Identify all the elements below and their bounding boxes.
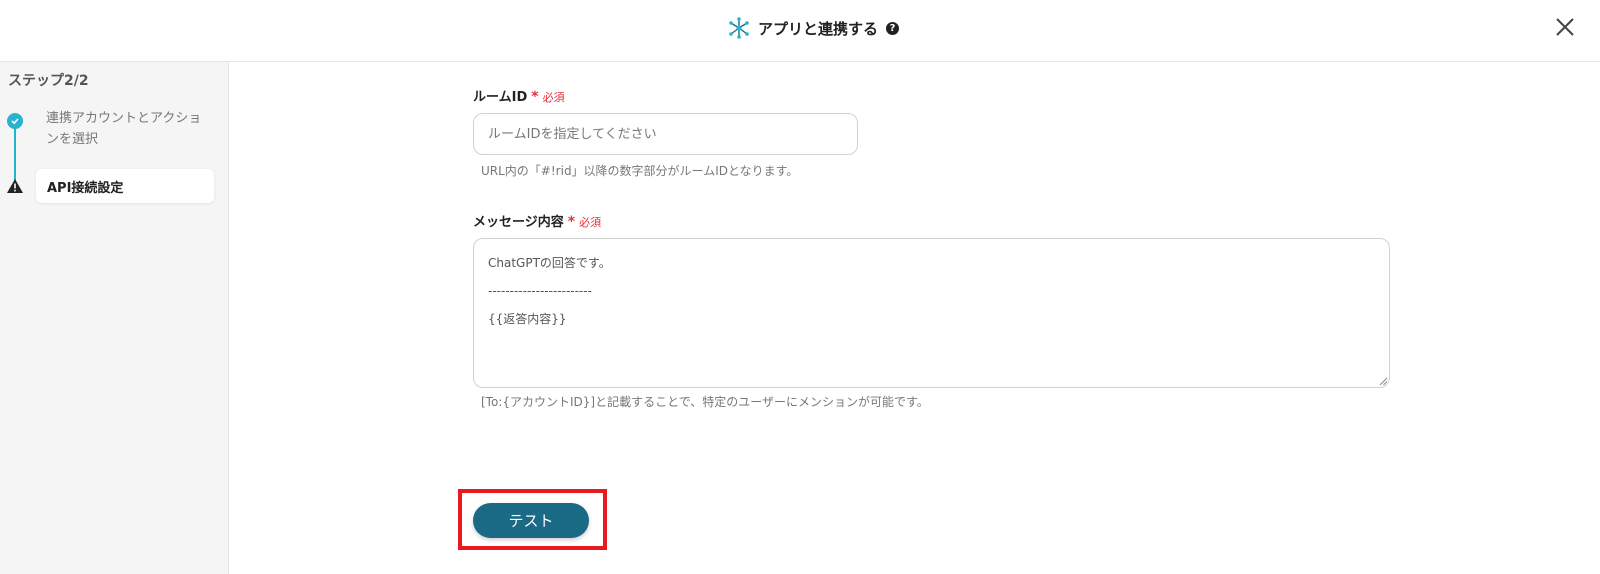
required-star: * (531, 89, 539, 105)
modal-header: アプリと連携する ? (0, 0, 1600, 62)
message-line: {{返答内容}} (488, 312, 567, 326)
message-line: ------------------------ (488, 284, 592, 298)
required-star: * (567, 214, 576, 230)
step-done-check-icon (7, 113, 23, 129)
room-id-help: URL内の「#!rid」以降の数字部分がルームIDとなります。 (481, 164, 799, 178)
message-label-text: メッセージ内容 (473, 215, 564, 230)
message-label: メッセージ内容 * 必須 (473, 211, 601, 230)
modal-title-group: アプリと連携する ? (728, 14, 900, 42)
room-id-label: ルームID * 必須 (473, 86, 565, 105)
check-icon (11, 118, 19, 125)
message-line: ChatGPTの回答です。 (488, 256, 611, 270)
close-icon[interactable] (1552, 14, 1578, 40)
message-textarea[interactable]: ChatGPTの回答です。 ------------------------ {… (473, 238, 1390, 388)
modal-title: アプリと連携する (758, 19, 879, 38)
required-text: 必須 (542, 91, 565, 104)
test-button[interactable]: テスト (473, 503, 589, 538)
sidebar-step-api-settings[interactable]: API接続設定 (36, 169, 214, 203)
message-help: [To:{アカウントID}]と記載することで、特定のユーザーにメンションが可能で… (481, 395, 929, 409)
room-id-label-text: ルームID (473, 90, 528, 105)
warning-icon (7, 179, 23, 193)
required-text: 必須 (579, 216, 602, 229)
help-icon[interactable]: ? (886, 21, 900, 35)
sidebar-step-account-action[interactable]: 連携アカウントとアクションを選択 (46, 108, 206, 150)
room-id-input[interactable] (473, 113, 858, 155)
network-hub-icon (729, 17, 749, 39)
step-sidebar: ステップ2/2 連携アカウントとアクションを選択 API接続設定 (0, 62, 229, 574)
resize-handle-icon[interactable] (1378, 376, 1388, 386)
step-counter: ステップ2/2 (8, 73, 89, 89)
